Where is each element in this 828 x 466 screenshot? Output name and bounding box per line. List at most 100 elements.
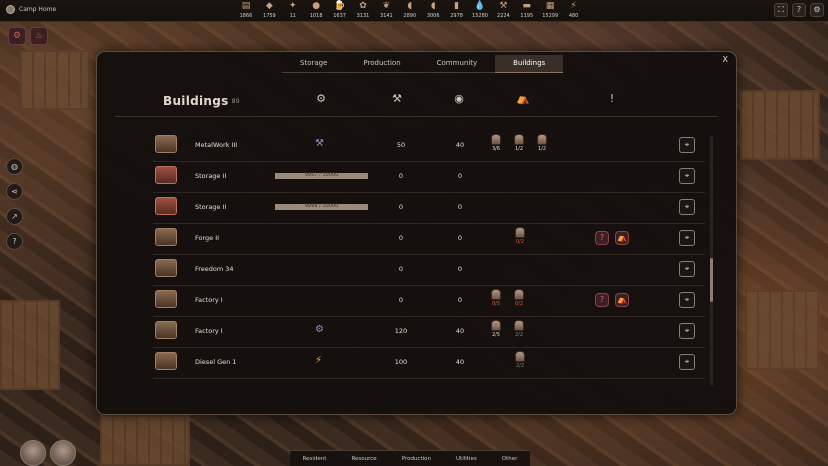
worker-slot[interactable]: 1/2	[512, 134, 526, 152]
help-icon[interactable]: ?	[595, 293, 609, 307]
camp-selector[interactable]: Camp Home	[6, 5, 56, 14]
worker-slot[interactable]: 2/5	[489, 320, 503, 338]
table-row[interactable]: Forge II 0 0 0/2? ⛺ ⌖	[97, 223, 738, 255]
worker-slot[interactable]: 0/5	[489, 289, 503, 307]
tent-icon[interactable]: ⛺	[615, 231, 629, 245]
top-right-controls: ⛶ ? ⚙	[774, 3, 824, 17]
resource-item[interactable]: ⚡ 480	[561, 1, 587, 19]
resource-item[interactable]: ◖ 3006	[420, 1, 446, 19]
background-crate	[745, 290, 820, 370]
avatar[interactable]	[20, 440, 46, 466]
resource-item[interactable]: ❦ 3141	[373, 1, 399, 19]
background-crate	[20, 50, 90, 110]
resource-item[interactable]: ▬ 1195	[514, 1, 540, 19]
resource-item[interactable]: 🍺 1637	[327, 1, 353, 19]
scrollbar[interactable]	[710, 136, 713, 386]
table-row[interactable]: Factory I ⚙ 120 40 2/5 2/2 ⌖	[97, 316, 738, 348]
resource-item[interactable]: ✿ 3131	[350, 1, 376, 19]
help-icon[interactable]: ?	[6, 233, 23, 250]
close-button[interactable]: X	[723, 55, 728, 64]
tab-buildings[interactable]: Buildings	[495, 55, 564, 73]
worker-count: 3/6	[491, 146, 501, 152]
tab-community[interactable]: Community	[418, 55, 496, 73]
table-row[interactable]: MetalWork III ⚒ 50 40 3/6 1/2 1/2 ⌖	[97, 130, 738, 162]
hammer-icon[interactable]: ⚒	[387, 92, 407, 105]
bottom-tab-other[interactable]: Other	[502, 456, 518, 462]
resource-item[interactable]: ◆ 1759	[256, 1, 282, 19]
globe-icon[interactable]: ◍	[6, 158, 23, 175]
locate-pin-button[interactable]: ⌖	[679, 292, 695, 308]
worker-slot[interactable]: 2/2	[513, 351, 527, 369]
locate-pin-button[interactable]: ⌖	[679, 199, 695, 215]
buildings-panel: Storage Production Community Buildings X Bu…	[96, 51, 737, 415]
tools-icon: ⚒	[499, 1, 508, 11]
avatar[interactable]	[50, 440, 76, 466]
table-row[interactable]: Storage II 9957 / 10000 0 0 ⌖	[97, 161, 738, 193]
worker-portrait-icon	[491, 134, 501, 145]
table-row[interactable]: Freedom 34 0 0 ⌖	[97, 254, 738, 286]
tent-icon[interactable]: ⛺	[513, 92, 533, 105]
table-row[interactable]: Diesel Gen 1 ⚡ 100 40 2/2 ⌖	[97, 347, 738, 379]
chart-icon[interactable]: ↗	[6, 208, 23, 225]
worker-portrait-icon	[515, 227, 525, 238]
factory-icon	[155, 290, 177, 308]
storage-capacity-bar: 9999 / 10000	[275, 203, 368, 210]
share-icon[interactable]: ⋖	[6, 183, 23, 200]
table-row[interactable]: Storage II 9999 / 10000 0 0 ⌖	[97, 192, 738, 224]
target-icon[interactable]: ◉	[449, 92, 469, 105]
exclamation-icon[interactable]: !	[602, 92, 622, 105]
output-value: 40	[455, 358, 465, 366]
worker-count: 0/5	[491, 301, 501, 307]
building-name: Factory I	[195, 327, 223, 335]
resource-value: 15299	[542, 13, 559, 19]
resource-value: 1866	[239, 13, 253, 19]
resource-item[interactable]: ▮ 2978	[444, 1, 470, 19]
expand-icon[interactable]: ⛶	[774, 3, 788, 17]
bottom-tab-resource[interactable]: Resource	[351, 456, 376, 462]
worker-portrait-icon	[514, 320, 524, 331]
resource-value: 3141	[380, 13, 393, 19]
resource-item[interactable]: ✦ 11	[280, 1, 306, 19]
work-value: 0	[398, 172, 404, 180]
building-name: Forge II	[195, 234, 220, 242]
tent-icon[interactable]: ⛺	[615, 293, 629, 307]
worker-count: 0/2	[514, 301, 524, 307]
buildings-list: MetalWork III ⚒ 50 40 3/6 1/2 1/2 ⌖ Storage II 99…	[97, 130, 738, 390]
bottom-tab-resident[interactable]: Resident	[303, 456, 327, 462]
resource-item[interactable]: 💧 15280	[467, 1, 493, 19]
locate-pin-button[interactable]: ⌖	[679, 323, 695, 339]
fire-hex-icon[interactable]: ♨	[30, 27, 48, 45]
locate-pin-button[interactable]: ⌖	[679, 230, 695, 246]
settings-hex-icon[interactable]: ⚙	[8, 27, 26, 45]
worker-slots: 2/5 2/2	[489, 320, 526, 338]
locate-pin-button[interactable]: ⌖	[679, 261, 695, 277]
resource-item[interactable]: ▦ 15299	[537, 1, 563, 19]
locate-pin-button[interactable]: ⌖	[679, 354, 695, 370]
row-divider	[153, 378, 705, 379]
worker-slot[interactable]: 2/2	[512, 320, 526, 338]
tab-production[interactable]: Production	[345, 55, 419, 73]
locate-pin-button[interactable]: ⌖	[679, 137, 695, 153]
help-icon[interactable]: ?	[595, 231, 609, 245]
bottom-tab-utilities[interactable]: Utilities	[456, 456, 477, 462]
gear-icon[interactable]: ⚙	[810, 3, 824, 17]
worker-slot[interactable]: 0/2	[512, 289, 526, 307]
resource-item[interactable]: ⚒ 2224	[490, 1, 516, 19]
work-value: 0	[398, 234, 404, 242]
tab-storage[interactable]: Storage	[282, 55, 346, 73]
resource-item[interactable]: ▤ 1866	[233, 1, 259, 19]
table-row[interactable]: Factory I 0 0 0/5 0/2? ⛺ ⌖	[97, 285, 738, 317]
resource-item[interactable]: ● 1018	[303, 1, 329, 19]
output-value: 40	[455, 141, 465, 149]
locate-pin-button[interactable]: ⌖	[679, 168, 695, 184]
help-icon[interactable]: ?	[792, 3, 806, 17]
bottom-tab-production[interactable]: Production	[402, 456, 431, 462]
worker-slot[interactable]: 0/2	[513, 227, 527, 245]
resource-item[interactable]: ◖ 2890	[397, 1, 423, 19]
worker-slot[interactable]: 3/6	[489, 134, 503, 152]
output-value: 0	[457, 203, 463, 211]
water-icon: 💧	[474, 1, 486, 11]
scrollbar-thumb[interactable]	[710, 258, 713, 302]
worker-slot[interactable]: 1/2	[535, 134, 549, 152]
gear-icon[interactable]: ⚙	[311, 92, 331, 105]
